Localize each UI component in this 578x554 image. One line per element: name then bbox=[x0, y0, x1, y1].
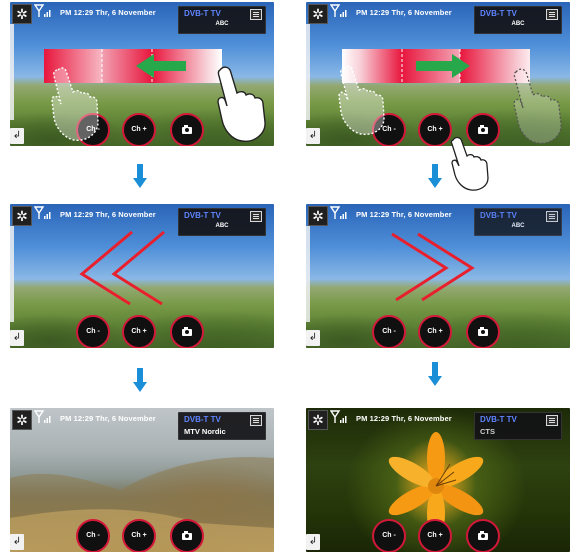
swipe-left-arrow-icon bbox=[136, 54, 186, 78]
snapshot-button[interactable] bbox=[170, 519, 204, 552]
channel-info-box[interactable]: DVB-T TV ABC bbox=[178, 6, 266, 34]
channel-name-label: CTS bbox=[480, 427, 495, 436]
hand-icon bbox=[51, 67, 99, 141]
down-arrow-icon bbox=[428, 164, 442, 190]
channel-type-label: DVB-T TV bbox=[480, 415, 517, 424]
camera-icon bbox=[478, 125, 488, 134]
channel-type-label: DVB-T TV bbox=[184, 415, 221, 424]
down-arrow-icon bbox=[133, 368, 147, 394]
channel-up-button[interactable]: Ch + bbox=[418, 315, 452, 348]
tv-screen-next-channel: ✲ PM 12:29 Thr, 6 November DVB-T TV CTS … bbox=[306, 408, 570, 552]
signal-icon bbox=[330, 4, 347, 17]
menu-icon[interactable] bbox=[250, 415, 262, 426]
side-handle[interactable] bbox=[10, 24, 14, 120]
back-icon[interactable]: ↲ bbox=[10, 534, 24, 550]
signal-icon bbox=[330, 410, 347, 423]
hand-icon bbox=[450, 136, 489, 191]
camera-icon bbox=[182, 327, 192, 336]
gear-icon[interactable]: ✲ bbox=[308, 4, 328, 24]
hand-icon bbox=[338, 65, 385, 136]
gear-icon[interactable]: ✲ bbox=[12, 4, 32, 24]
back-icon[interactable]: ↲ bbox=[306, 128, 320, 144]
menu-icon[interactable] bbox=[546, 9, 558, 20]
down-arrow-icon bbox=[133, 164, 147, 190]
camera-icon bbox=[478, 327, 488, 336]
channel-info-box[interactable]: DVB-T TV ABC bbox=[474, 6, 562, 34]
channel-type-label: DVB-T TV bbox=[184, 9, 221, 18]
time-date-label: PM 12:29 Thr, 6 November bbox=[356, 414, 452, 423]
snapshot-button[interactable] bbox=[170, 113, 204, 146]
snapshot-button[interactable] bbox=[170, 315, 204, 348]
hand-icon bbox=[217, 66, 266, 142]
tv-screen-previous-channel: ✲ PM 12:29 Thr, 6 November DVB-T TV MTV … bbox=[10, 408, 274, 552]
channel-up-button[interactable]: Ch + bbox=[122, 113, 156, 146]
tv-screen-switching-previous: ✲ PM 12:29 Thr, 6 November DVB-T TV ABC … bbox=[10, 204, 274, 348]
channel-down-button[interactable]: Ch - bbox=[76, 519, 110, 552]
gear-icon[interactable]: ✲ bbox=[12, 410, 32, 430]
menu-icon[interactable] bbox=[546, 415, 558, 426]
channel-name-label: ABC bbox=[511, 21, 525, 27]
channel-up-button[interactable]: Ch + bbox=[122, 519, 156, 552]
channel-type-label: DVB-T TV bbox=[480, 9, 517, 18]
tv-screen-switching-next: ✲ PM 12:29 Thr, 6 November DVB-T TV ABC … bbox=[306, 204, 570, 348]
channel-up-button[interactable]: Ch + bbox=[122, 315, 156, 348]
swipe-right-arrow-icon bbox=[416, 54, 470, 78]
camera-icon bbox=[182, 531, 192, 540]
channel-name-label: MTV Nordic bbox=[184, 427, 226, 436]
channel-down-button[interactable]: Ch - bbox=[372, 315, 406, 348]
back-icon[interactable]: ↲ bbox=[10, 128, 24, 144]
channel-info-box[interactable]: DVB-T TV CTS bbox=[474, 412, 562, 440]
channel-down-button[interactable]: Ch - bbox=[372, 519, 406, 552]
time-date-label: PM 12:29 Thr, 6 November bbox=[60, 8, 156, 17]
back-icon[interactable]: ↲ bbox=[306, 534, 320, 550]
channel-name-label: ABC bbox=[215, 21, 229, 27]
time-date-label: PM 12:29 Thr, 6 November bbox=[356, 8, 452, 17]
gear-icon[interactable]: ✲ bbox=[308, 410, 328, 430]
signal-icon bbox=[34, 410, 51, 423]
signal-icon bbox=[34, 4, 51, 17]
camera-icon bbox=[478, 531, 488, 540]
channel-info-box[interactable]: DVB-T TV MTV Nordic bbox=[178, 412, 266, 440]
channel-down-button[interactable]: Ch - bbox=[76, 315, 110, 348]
channel-up-button[interactable]: Ch + bbox=[418, 113, 452, 146]
snapshot-button[interactable] bbox=[466, 519, 500, 552]
snapshot-button[interactable] bbox=[466, 315, 500, 348]
time-date-label: PM 12:29 Thr, 6 November bbox=[60, 414, 156, 423]
hand-icon bbox=[513, 68, 562, 144]
channel-up-button[interactable]: Ch + bbox=[418, 519, 452, 552]
down-arrow-icon bbox=[428, 362, 442, 388]
camera-icon bbox=[182, 125, 192, 134]
side-handle[interactable] bbox=[306, 24, 310, 120]
menu-icon[interactable] bbox=[250, 9, 262, 20]
